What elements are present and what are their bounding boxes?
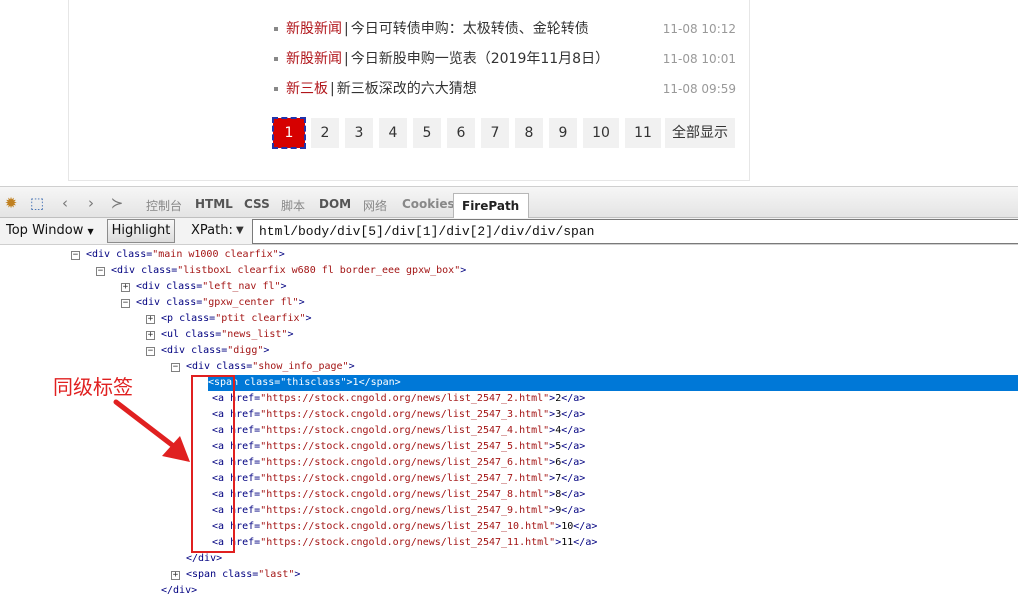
dom-node-link[interactable]: <a href="https://stock.cngold.org/news/l… xyxy=(212,391,585,407)
dom-node[interactable]: <div class="show_info_page"> xyxy=(186,359,355,375)
page-button[interactable]: 7 xyxy=(481,118,509,148)
tab-firepath[interactable]: FirePath ▼ xyxy=(453,193,529,236)
top-window-label: Top Window xyxy=(6,223,84,238)
tab-dom[interactable]: DOM xyxy=(319,197,351,211)
page-button-current[interactable]: 1 xyxy=(272,117,306,149)
dom-node-link[interactable]: <a href="https://stock.cngold.org/news/l… xyxy=(212,455,585,471)
page-button[interactable]: 11 xyxy=(625,118,661,148)
xpath-label: XPath: xyxy=(191,223,233,238)
collapse-icon[interactable]: − xyxy=(71,251,80,260)
news-category[interactable]: 新股新闻 xyxy=(286,21,342,37)
tab-script[interactable]: 脚本 xyxy=(281,197,305,214)
page-button[interactable]: 10 xyxy=(583,118,619,148)
back-icon[interactable]: ‹ xyxy=(56,195,74,211)
top-window-dropdown[interactable]: Top Window ▼ xyxy=(6,220,94,242)
bullet-icon xyxy=(274,57,278,61)
tab-network[interactable]: 网络 xyxy=(363,197,387,214)
tab-firepath-label: FirePath xyxy=(462,199,520,213)
xpath-input[interactable]: html/body/div[5]/div[1]/div[2]/div/div/s… xyxy=(252,219,1018,244)
page-button[interactable]: 8 xyxy=(515,118,543,148)
tab-html[interactable]: HTML xyxy=(195,197,233,211)
show-all-button[interactable]: 全部显示 xyxy=(665,118,735,148)
web-page: 新股新闻 | 今日可转债申购：太极转债、金轮转债 11-08 10:12 新股新闻 |… xyxy=(0,0,1018,186)
dom-node-link[interactable]: <a href="https://stock.cngold.org/news/l… xyxy=(212,423,585,439)
page-button[interactable]: 5 xyxy=(413,118,441,148)
annotation-label: 同级标签 xyxy=(53,375,133,399)
page-button[interactable]: 3 xyxy=(345,118,373,148)
dom-node-link[interactable]: <a href="https://stock.cngold.org/news/l… xyxy=(212,487,585,503)
page-button[interactable]: 2 xyxy=(311,118,339,148)
expand-icon[interactable]: + xyxy=(121,283,130,292)
bullet-icon xyxy=(274,87,278,91)
dom-node-link[interactable]: <a href="https://stock.cngold.org/news/l… xyxy=(212,519,597,535)
news-item[interactable]: 新三板 | 新三板深改的六大猜想 11-08 09:59 xyxy=(274,79,736,99)
news-separator: | xyxy=(344,21,349,37)
expand-icon[interactable]: + xyxy=(171,571,180,580)
news-time: 11-08 09:59 xyxy=(662,82,736,96)
dom-node[interactable]: <div class="gpxw_center fl"> xyxy=(136,295,305,311)
dom-node-link[interactable]: <a href="https://stock.cngold.org/news/l… xyxy=(212,439,585,455)
tab-css[interactable]: CSS xyxy=(244,197,270,211)
dom-node-link[interactable]: <a href="https://stock.cngold.org/news/l… xyxy=(212,471,585,487)
dom-node-selected[interactable]: <span class="thisclass">1</span> xyxy=(208,375,1018,391)
news-category[interactable]: 新三板 xyxy=(286,81,328,97)
news-title[interactable]: 今日可转债申购：太极转债、金轮转债 xyxy=(351,21,589,37)
dom-node[interactable]: <div class="main w1000 clearfix"> xyxy=(86,247,285,263)
dom-node[interactable]: <div class="digg"> xyxy=(161,343,269,359)
dom-node-link[interactable]: <a href="https://stock.cngold.org/news/l… xyxy=(212,407,585,423)
page-button[interactable]: 4 xyxy=(379,118,407,148)
firepath-toolbar: Top Window ▼ Highlight XPath: ▼ html/bod… xyxy=(0,218,1018,245)
firebug-icon[interactable]: ✹ xyxy=(2,195,20,211)
tab-console[interactable]: 控制台 xyxy=(146,197,182,214)
annotation-arrow-icon xyxy=(113,399,190,462)
news-separator: | xyxy=(330,81,335,97)
news-category[interactable]: 新股新闻 xyxy=(286,51,342,67)
news-item[interactable]: 新股新闻 | 今日可转债申购：太极转债、金轮转债 11-08 10:12 xyxy=(274,19,736,39)
console-toggle-icon[interactable]: ≻ xyxy=(108,195,126,211)
collapse-icon[interactable]: − xyxy=(146,347,155,356)
news-time: 11-08 10:12 xyxy=(662,22,736,36)
collapse-icon[interactable]: − xyxy=(121,299,130,308)
dom-node[interactable]: <ul class="news_list"> xyxy=(161,327,293,343)
inspect-icon[interactable]: ⬚ xyxy=(28,195,46,211)
dom-node[interactable]: <div class="listboxL clearfix w680 fl bo… xyxy=(111,263,466,279)
firebug-tabbar: ✹ ⬚ ‹ › ≻ 控制台 HTML CSS 脚本 DOM 网络 Cookies… xyxy=(0,186,1018,236)
dom-node-close: </div> xyxy=(161,585,198,596)
bullet-icon xyxy=(274,27,278,31)
forward-icon[interactable]: › xyxy=(82,195,100,211)
expand-icon[interactable]: + xyxy=(146,331,155,340)
dom-node[interactable]: <div class="left_nav fl"> xyxy=(136,279,287,295)
tab-cookies[interactable]: Cookies xyxy=(402,197,455,211)
news-separator: | xyxy=(344,51,349,67)
dom-node[interactable]: <p class="ptit clearfix"> xyxy=(161,311,312,327)
highlight-button[interactable]: Highlight xyxy=(107,219,175,243)
dom-node-link[interactable]: <a href="https://stock.cngold.org/news/l… xyxy=(212,503,585,519)
collapse-icon[interactable]: − xyxy=(96,267,105,276)
news-title[interactable]: 新三板深改的六大猜想 xyxy=(337,81,477,97)
news-title[interactable]: 今日新股申购一览表（2019年11月8日） xyxy=(351,51,609,67)
dom-node-link[interactable]: <a href="https://stock.cngold.org/news/l… xyxy=(212,535,597,551)
collapse-icon[interactable]: − xyxy=(171,363,180,372)
page-button[interactable]: 9 xyxy=(549,118,577,148)
news-time: 11-08 10:01 xyxy=(662,52,736,66)
dom-node[interactable]: <span class="last"> xyxy=(186,567,300,583)
expand-icon[interactable]: + xyxy=(146,315,155,324)
page-button[interactable]: 6 xyxy=(447,118,475,148)
chevron-down-icon: ▼ xyxy=(87,227,94,236)
chevron-down-icon[interactable]: ▼ xyxy=(236,220,244,242)
news-item[interactable]: 新股新闻 | 今日新股申购一览表（2019年11月8日） 11-08 10:01 xyxy=(274,49,736,69)
dom-node-close: </div> xyxy=(186,553,223,564)
